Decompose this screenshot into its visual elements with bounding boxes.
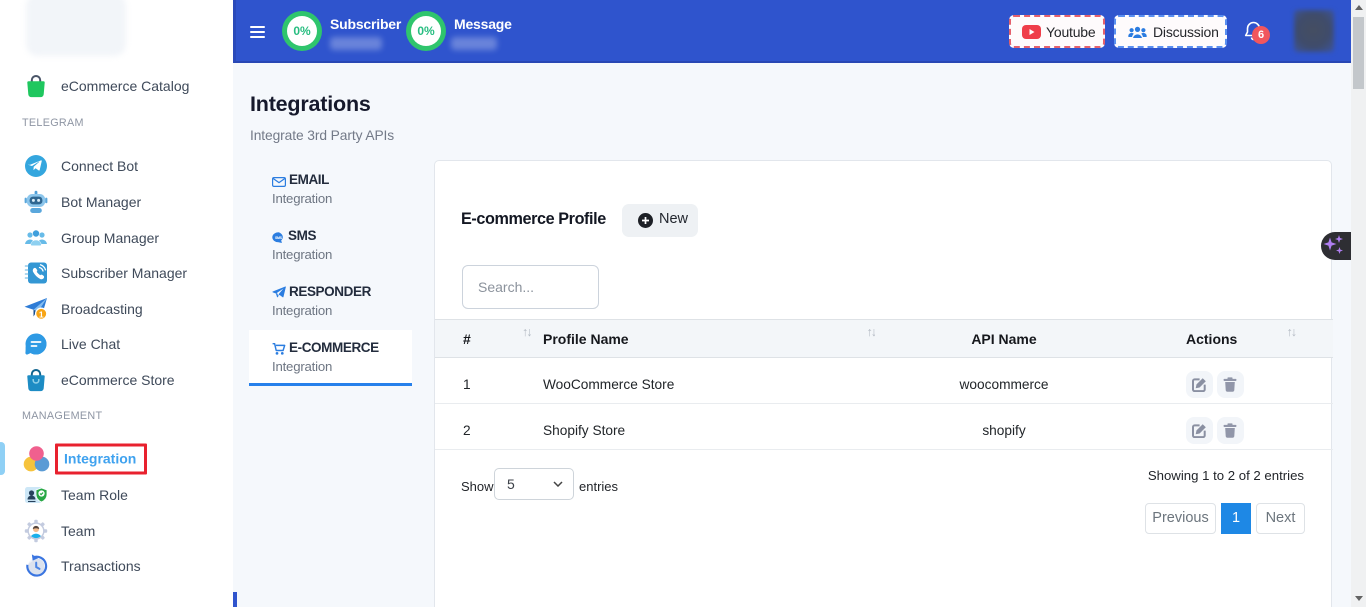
svg-text:1: 1 bbox=[39, 309, 44, 319]
svg-text:SMS: SMS bbox=[275, 236, 283, 240]
